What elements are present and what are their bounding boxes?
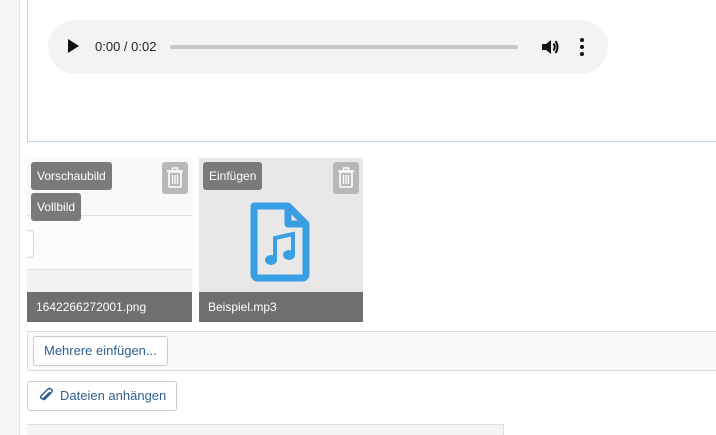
thumbnail-preview-middle: [27, 216, 192, 270]
audio-file-icon: [248, 202, 312, 282]
trash-icon[interactable]: [162, 162, 188, 194]
trash-icon[interactable]: [333, 162, 359, 194]
play-icon[interactable]: [68, 39, 79, 53]
attachment-editor-page: 0:00 / 0:02 Vorschaubild Vollbild 164226…: [0, 0, 716, 435]
footer-strip: [27, 424, 504, 435]
attach-files-label: Dateien anhängen: [60, 388, 167, 403]
paperclip-icon: [38, 385, 54, 401]
left-gutter: [0, 0, 20, 435]
attachment-filename: 1642266272001.png: [27, 292, 192, 322]
audio-progress-slider[interactable]: [170, 45, 518, 49]
volume-icon[interactable]: [540, 37, 560, 57]
audio-player[interactable]: 0:00 / 0:02: [48, 20, 608, 74]
thumbnail-input-fragment: [27, 230, 34, 258]
insert-multiple-button[interactable]: Mehrere einfügen...: [33, 336, 168, 366]
insert-button[interactable]: Einfügen: [203, 162, 263, 190]
insert-thumbnail-button[interactable]: Vorschaubild: [31, 162, 112, 190]
attachment-tile-image: Vorschaubild Vollbild 1642266272001.png: [27, 158, 192, 322]
audio-time-display: 0:00 / 0:02: [95, 39, 157, 54]
more-vertical-icon[interactable]: [576, 38, 588, 56]
attachment-filename: Beispiel.mp3: [199, 292, 363, 322]
insert-fullsize-button[interactable]: Vollbild: [31, 193, 82, 221]
attachment-tile-audio: Einfügen Beispiel.mp3: [199, 158, 363, 322]
attach-files-button[interactable]: Dateien anhängen: [27, 381, 178, 411]
